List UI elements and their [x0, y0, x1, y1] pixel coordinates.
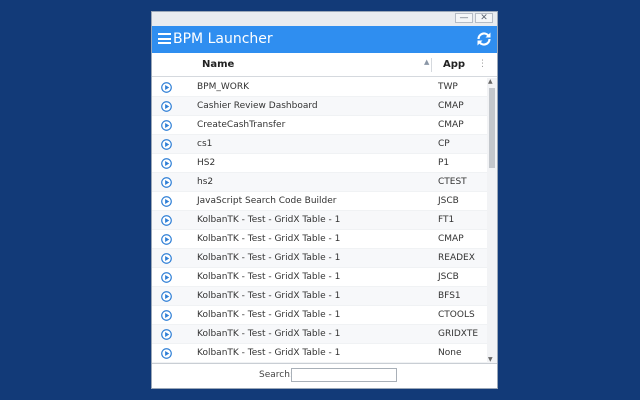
close-button[interactable]: ✕ [475, 13, 493, 23]
play-icon[interactable] [161, 348, 172, 359]
row-name: KolbanTK - Test - GridX Table - 1 [197, 234, 341, 244]
scroll-thumb[interactable] [489, 88, 495, 168]
app-header: BPM Launcher [152, 26, 497, 53]
table-row[interactable]: KolbanTK - Test - GridX Table - 1 READEX [152, 249, 497, 268]
row-app: None [438, 348, 462, 358]
search-bar: Search: [152, 363, 497, 388]
row-name: hs2 [197, 177, 214, 187]
row-name: HS2 [197, 158, 216, 168]
play-icon[interactable] [161, 234, 172, 245]
row-app: CTOOLS [438, 310, 475, 320]
play-icon[interactable] [161, 120, 172, 131]
table-row[interactable]: CreateCashTransfer CMAP [152, 116, 497, 135]
row-app: P1 [438, 158, 450, 168]
row-name: KolbanTK - Test - GridX Table - 1 [197, 272, 341, 282]
play-icon[interactable] [161, 272, 172, 283]
process-grid: BPM_WORK TWP Cashier Review Dashboard CMAP C… [152, 78, 497, 363]
row-app: TWP [438, 82, 458, 92]
vertical-scrollbar[interactable]: ▲ ▼ [487, 78, 497, 363]
table-row[interactable]: KolbanTK - Test - GridX Table - 1 CTOOLS [152, 306, 497, 325]
play-icon[interactable] [161, 215, 172, 226]
row-name: KolbanTK - Test - GridX Table - 1 [197, 310, 341, 320]
table-row[interactable]: BPM_WORK TWP [152, 78, 497, 97]
play-icon[interactable] [161, 196, 172, 207]
table-row[interactable]: hs2 CTEST [152, 173, 497, 192]
window-titlebar: — ✕ [152, 12, 497, 26]
play-icon[interactable] [161, 139, 172, 150]
row-app: JSCB [438, 272, 459, 282]
play-icon[interactable] [161, 253, 172, 264]
play-icon[interactable] [161, 82, 172, 93]
row-name: KolbanTK - Test - GridX Table - 1 [197, 329, 341, 339]
row-name: JavaScript Search Code Builder [197, 196, 337, 206]
row-app: GRIDXTE [438, 329, 479, 339]
row-name: BPM_WORK [197, 82, 250, 92]
grid-header: Name ▲ App ⋮ [152, 53, 497, 77]
row-name: KolbanTK - Test - GridX Table - 1 [197, 253, 341, 263]
search-label: Search: [259, 370, 293, 380]
sort-ascending-icon[interactable]: ▲ [424, 58, 429, 66]
play-icon[interactable] [161, 329, 172, 340]
table-row[interactable]: HS2 P1 [152, 154, 497, 173]
launcher-window: — ✕ BPM Launcher Name ▲ App ⋮ BPM_WORK TW… [151, 11, 498, 389]
row-app: CMAP [438, 101, 464, 111]
row-app: CTEST [438, 177, 467, 187]
play-icon[interactable] [161, 158, 172, 169]
column-header-name[interactable]: Name [202, 59, 234, 70]
column-header-app[interactable]: App [443, 59, 465, 70]
table-row[interactable]: KolbanTK - Test - GridX Table - 1 None [152, 344, 497, 363]
app-title: BPM Launcher [173, 31, 273, 47]
table-row[interactable]: KolbanTK - Test - GridX Table - 1 CMAP [152, 230, 497, 249]
play-icon[interactable] [161, 310, 172, 321]
play-icon[interactable] [161, 291, 172, 302]
row-app: CMAP [438, 120, 464, 130]
row-app: CP [438, 139, 450, 149]
row-name: KolbanTK - Test - GridX Table - 1 [197, 215, 341, 225]
scroll-down-icon[interactable]: ▼ [488, 356, 493, 363]
row-name: cs1 [197, 139, 213, 149]
table-row[interactable]: cs1 CP [152, 135, 497, 154]
table-row[interactable]: KolbanTK - Test - GridX Table - 1 GRIDXTE [152, 325, 497, 344]
row-name: KolbanTK - Test - GridX Table - 1 [197, 291, 341, 301]
table-row[interactable]: Cashier Review Dashboard CMAP [152, 97, 497, 116]
row-app: FT1 [438, 215, 455, 225]
table-row[interactable]: KolbanTK - Test - GridX Table - 1 BFS1 [152, 287, 497, 306]
table-row[interactable]: KolbanTK - Test - GridX Table - 1 FT1 [152, 211, 497, 230]
row-app: BFS1 [438, 291, 461, 301]
refresh-icon[interactable] [476, 31, 492, 47]
row-name: CreateCashTransfer [197, 120, 286, 130]
scroll-up-icon[interactable]: ▲ [488, 78, 493, 85]
table-row[interactable]: KolbanTK - Test - GridX Table - 1 JSCB [152, 268, 497, 287]
search-input[interactable] [291, 368, 397, 382]
row-name: KolbanTK - Test - GridX Table - 1 [197, 348, 341, 358]
row-app: READEX [438, 253, 475, 263]
table-row[interactable]: JavaScript Search Code Builder JSCB [152, 192, 497, 211]
row-name: Cashier Review Dashboard [197, 101, 318, 111]
column-menu-icon[interactable]: ⋮ [478, 59, 487, 69]
play-icon[interactable] [161, 177, 172, 188]
row-app: JSCB [438, 196, 459, 206]
column-divider[interactable] [431, 58, 432, 72]
menu-icon[interactable] [158, 33, 171, 44]
minimize-button[interactable]: — [455, 13, 473, 23]
row-app: CMAP [438, 234, 464, 244]
play-icon[interactable] [161, 101, 172, 112]
